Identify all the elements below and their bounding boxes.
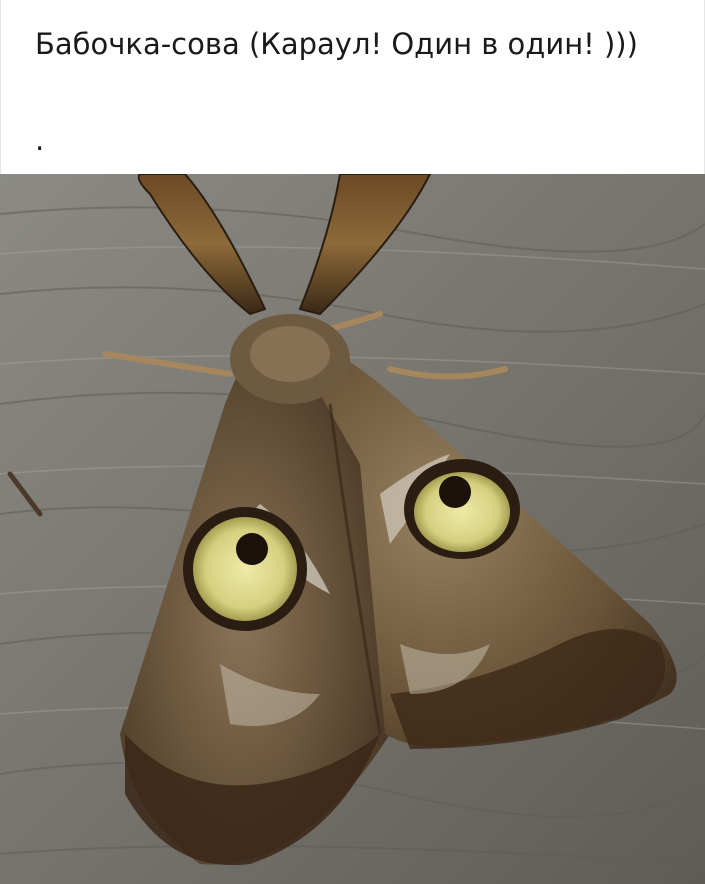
post-header: Бабочка-сова (Караул! Один в один! ))) . <box>0 0 705 174</box>
caption-dot: . <box>35 123 45 157</box>
post-photo[interactable] <box>0 174 705 884</box>
owl-moth-photo-icon <box>0 174 705 884</box>
post-caption: Бабочка-сова (Караул! Один в один! ))) <box>35 27 638 61</box>
